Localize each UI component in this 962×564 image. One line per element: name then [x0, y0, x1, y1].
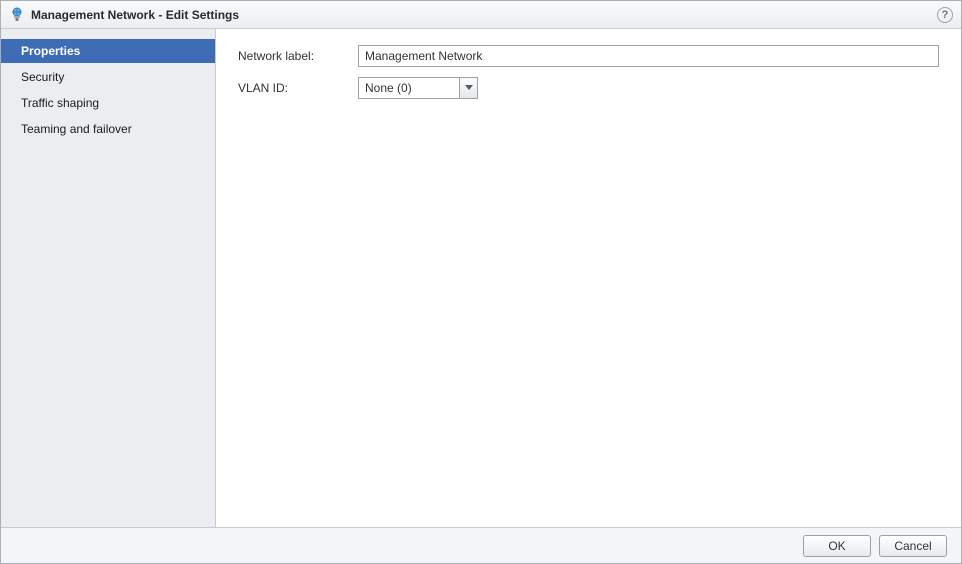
cancel-button[interactable]: Cancel: [879, 535, 947, 557]
chevron-down-icon: [465, 85, 473, 91]
vlan-id-value: None (0): [359, 78, 459, 98]
content-panel: Network label: VLAN ID: None (0): [216, 29, 961, 527]
vlan-id-dropdown-button[interactable]: [459, 78, 477, 98]
sidebar-item-traffic-shaping[interactable]: Traffic shaping: [9, 91, 207, 115]
sidebar-item-security[interactable]: Security: [9, 65, 207, 89]
row-vlan-id: VLAN ID: None (0): [238, 77, 939, 99]
sidebar: Properties Security Traffic shaping Team…: [1, 29, 216, 527]
sidebar-item-teaming-failover[interactable]: Teaming and failover: [9, 117, 207, 141]
sidebar-item-label: Teaming and failover: [21, 122, 132, 136]
dialog-window: Management Network - Edit Settings ? Pro…: [0, 0, 962, 564]
dialog-footer: OK Cancel: [1, 527, 961, 563]
network-label-input[interactable]: [358, 45, 939, 67]
sidebar-item-properties[interactable]: Properties: [1, 39, 215, 63]
titlebar: Management Network - Edit Settings ?: [1, 1, 961, 29]
network-icon: [9, 7, 25, 23]
sidebar-item-label: Security: [21, 70, 64, 84]
vlan-id-combo[interactable]: None (0): [358, 77, 478, 99]
window-title: Management Network - Edit Settings: [31, 8, 239, 22]
sidebar-item-label: Properties: [21, 44, 80, 58]
label-vlan-id: VLAN ID:: [238, 81, 358, 95]
dialog-body: Properties Security Traffic shaping Team…: [1, 29, 961, 527]
ok-button[interactable]: OK: [803, 535, 871, 557]
help-icon[interactable]: ?: [937, 7, 953, 23]
sidebar-item-label: Traffic shaping: [21, 96, 99, 110]
label-network-label: Network label:: [238, 49, 358, 63]
row-network-label: Network label:: [238, 45, 939, 67]
